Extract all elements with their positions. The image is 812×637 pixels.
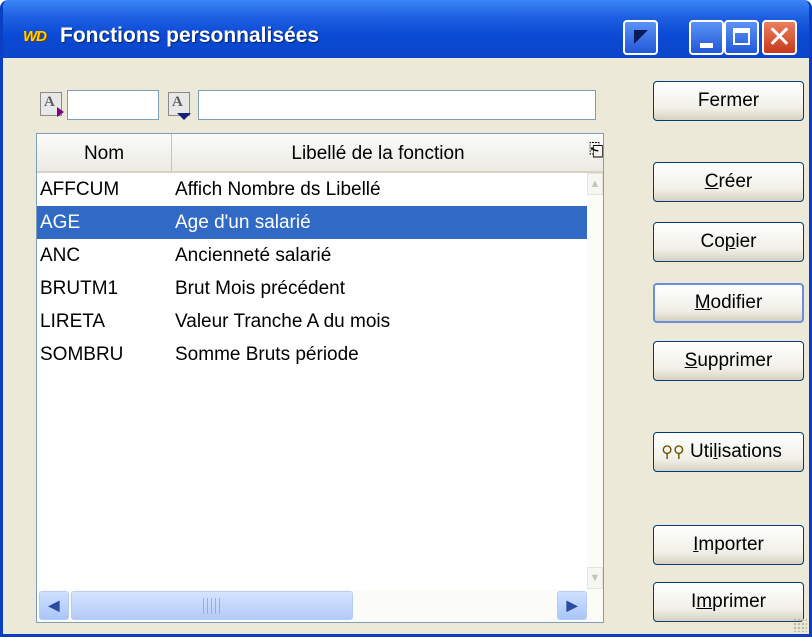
- resize-grip-icon[interactable]: [793, 618, 807, 632]
- horizontal-scroll-thumb[interactable]: [71, 591, 353, 620]
- copier-button[interactable]: Copier: [653, 222, 804, 262]
- imprimer-mnemonic: m: [696, 591, 713, 612]
- minimize-button[interactable]: [689, 20, 724, 55]
- cell-libelle: Ancienneté salarié: [175, 245, 332, 266]
- scroll-up-icon[interactable]: ▲: [587, 173, 603, 195]
- creer-button[interactable]: Créer: [653, 162, 804, 202]
- modifier-label: odifier: [710, 292, 763, 313]
- cell-libelle: Affich Nombre ds Libellé: [175, 179, 381, 200]
- horizontal-scrollbar[interactable]: ◀ ▶: [37, 589, 603, 622]
- binoculars-icon: ⚲⚲: [661, 442, 685, 461]
- cell-nom: AFFCUM: [40, 179, 120, 200]
- table-row[interactable]: ANC Ancienneté salarié: [37, 239, 587, 272]
- table-row[interactable]: LIRETA Valeur Tranche A du mois: [37, 305, 587, 338]
- context-help-button[interactable]: [623, 20, 658, 55]
- filter-libelle-icon: A: [168, 92, 191, 120]
- close-button[interactable]: ✕: [762, 20, 797, 55]
- column-header-nom[interactable]: Nom: [37, 134, 172, 171]
- imprimer-label-end: primer: [712, 591, 766, 612]
- supprimer-button[interactable]: Supprimer: [653, 341, 804, 381]
- modifier-mnemonic: M: [694, 292, 711, 313]
- creer-mnemonic: C: [704, 171, 719, 192]
- imprimer-button[interactable]: Imprimer: [653, 582, 804, 622]
- table-row-selected[interactable]: AGE Age d'un salarié: [37, 206, 587, 239]
- importer-label: mporter: [698, 534, 764, 555]
- filter-nom-input[interactable]: [67, 90, 159, 120]
- fermer-button[interactable]: Fermer: [653, 81, 804, 121]
- creer-label: réer: [718, 171, 753, 192]
- supprimer-mnemonic: S: [684, 350, 698, 371]
- utilisations-label: Utilisations: [690, 441, 782, 462]
- cell-nom: AGE: [40, 212, 81, 233]
- filter-nom-icon: A: [40, 92, 64, 117]
- column-chooser-icon[interactable]: ⎗: [589, 140, 603, 161]
- table-row[interactable]: BRUTM1 Brut Mois précédent: [37, 272, 587, 305]
- scroll-left-icon[interactable]: ◀: [39, 591, 69, 620]
- filter-libelle-input[interactable]: [198, 90, 596, 120]
- windev-logo: WD: [23, 28, 47, 45]
- column-header-libelle[interactable]: Libellé de la fonction: [171, 134, 585, 171]
- window-title: Fonctions personnalisées: [60, 24, 320, 47]
- copier-label-end: ier: [735, 231, 757, 252]
- cell-libelle: Somme Bruts période: [175, 344, 359, 365]
- table-row[interactable]: AFFCUM Affich Nombre ds Libellé: [37, 173, 587, 206]
- maximize-icon: [733, 28, 750, 45]
- minimize-icon: [700, 43, 713, 48]
- close-icon: ✕: [766, 20, 793, 55]
- maximize-button[interactable]: [724, 20, 759, 55]
- importer-button[interactable]: Importer: [653, 525, 804, 565]
- cell-nom: BRUTM1: [40, 278, 119, 299]
- scroll-right-icon[interactable]: ▶: [557, 591, 587, 620]
- vertical-scrollbar[interactable]: ▲ ▼: [587, 173, 603, 589]
- cell-libelle: Valeur Tranche A du mois: [175, 311, 391, 332]
- scroll-grip-icon: [203, 598, 223, 614]
- copier-label-start: Co: [700, 231, 725, 252]
- table-body: AFFCUM Affich Nombre ds Libellé AGE Age …: [37, 173, 587, 371]
- functions-table[interactable]: Nom Libellé de la fonction ⎗ AFFCUM Affi…: [36, 133, 604, 623]
- cell-libelle: Age d'un salarié: [175, 212, 311, 233]
- help-corner-icon: [634, 30, 648, 44]
- cell-libelle: Brut Mois précédent: [175, 278, 346, 299]
- utilisations-button[interactable]: ⚲⚲ Utilisations: [653, 432, 804, 472]
- scroll-down-icon[interactable]: ▼: [587, 567, 603, 589]
- title-bar[interactable]: WD Fonctions personnalisées ✕: [3, 0, 809, 58]
- cell-nom: SOMBRU: [40, 344, 124, 365]
- cell-nom: ANC: [40, 245, 81, 266]
- dialog-window: WD Fonctions personnalisées ✕ A A Nom Li…: [0, 0, 812, 637]
- supprimer-label: upprimer: [697, 350, 773, 371]
- table-header: Nom Libellé de la fonction ⎗: [37, 134, 603, 173]
- copier-mnemonic: p: [724, 231, 736, 252]
- cell-nom: LIRETA: [40, 311, 106, 332]
- table-row[interactable]: SOMBRU Somme Bruts période: [37, 338, 587, 371]
- modifier-button[interactable]: Modifier: [653, 283, 804, 323]
